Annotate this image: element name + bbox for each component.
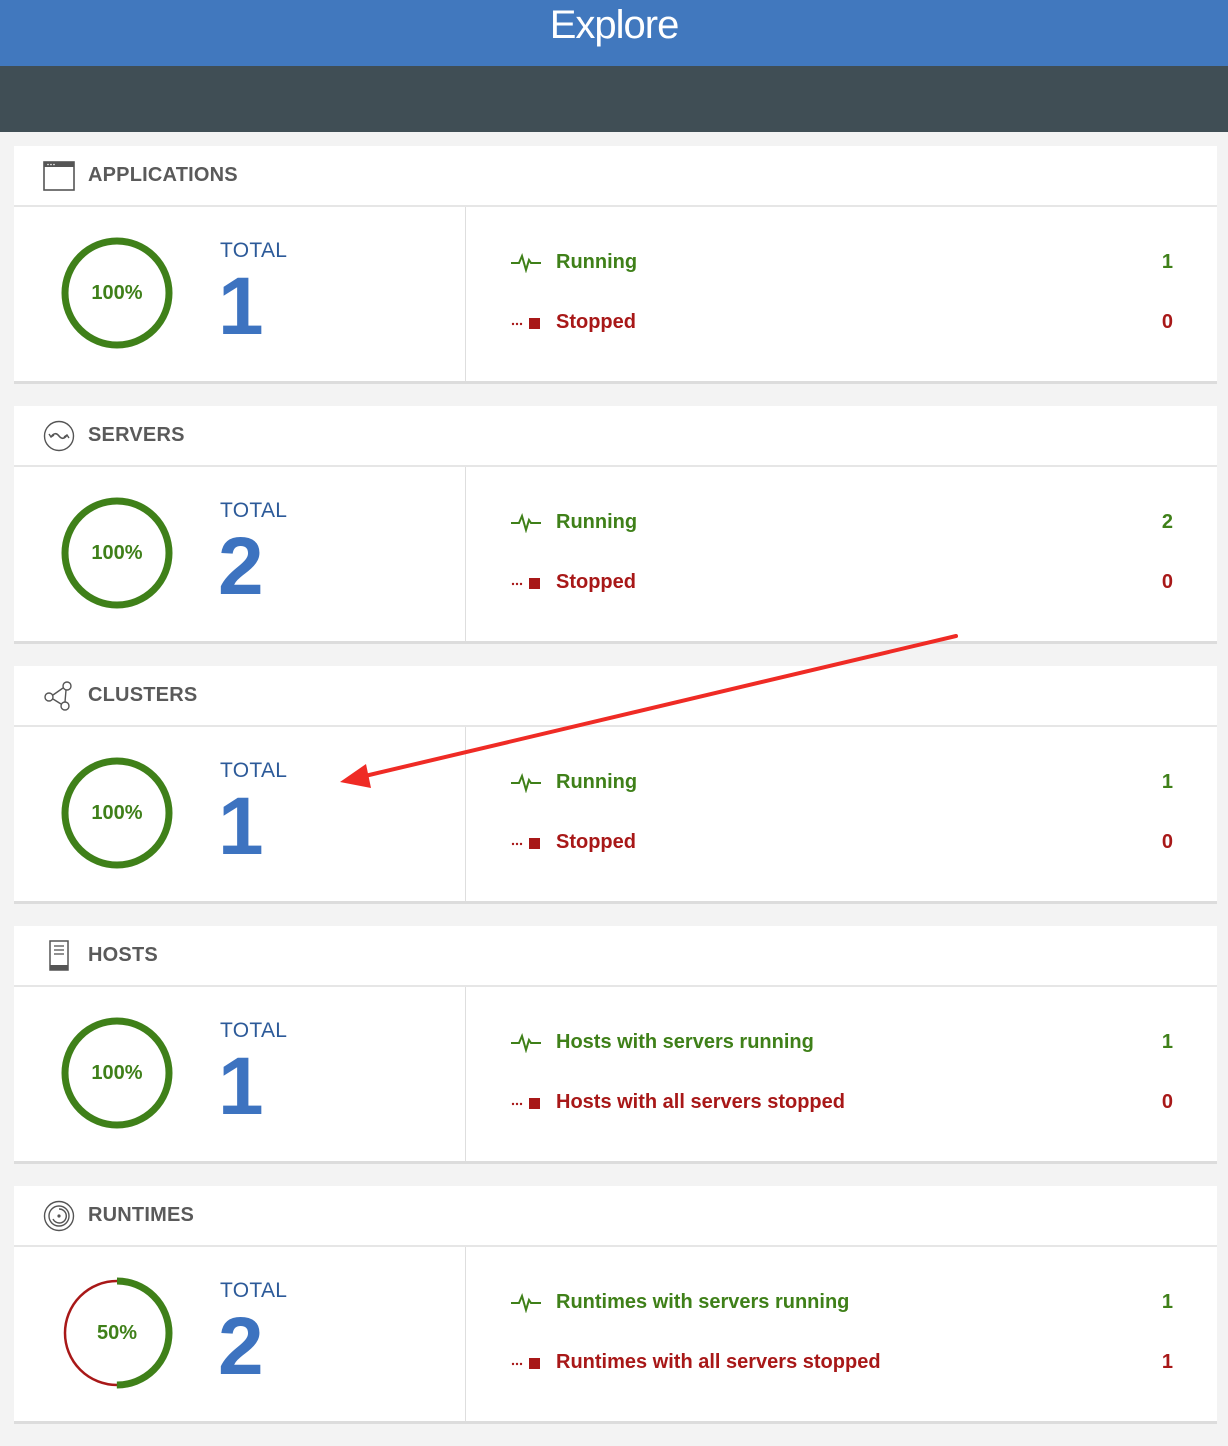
stopped-row[interactable]: Stopped 0 <box>510 812 1173 872</box>
status-list: Runtimes with servers running 1 Runtimes… <box>466 1247 1217 1421</box>
stopped-count[interactable]: 0 <box>1162 571 1173 594</box>
running-label: Running <box>556 250 638 273</box>
percent-label: 100% <box>91 541 143 564</box>
runtime-icon <box>43 1200 75 1232</box>
card-title: APPLICATIONS <box>88 164 238 186</box>
server-sync-icon <box>43 420 75 452</box>
window-icon <box>43 160 75 192</box>
running-count[interactable]: 1 <box>1162 1031 1173 1054</box>
heartbeat-icon <box>510 1290 546 1314</box>
status-list: Hosts with servers running 1 Hosts with … <box>466 987 1217 1161</box>
status-list: Running 2 Stopped 0 <box>466 467 1217 641</box>
running-count[interactable]: 1 <box>1162 771 1173 794</box>
running-count[interactable]: 2 <box>1162 511 1173 534</box>
status-list: Running 1 Stopped 0 <box>466 207 1217 381</box>
running-label: Running <box>556 770 638 793</box>
status-list: Running 1 Stopped 0 <box>466 727 1217 901</box>
card-header: CLUSTERS <box>14 666 1217 727</box>
stopped-count[interactable]: 0 <box>1162 311 1173 334</box>
card-header: RUNTIMES <box>14 1186 1217 1247</box>
total-summary: 100% TOTAL 1 <box>14 987 466 1161</box>
stopped-count[interactable]: 0 <box>1162 831 1173 854</box>
total-summary: 100% TOTAL 1 <box>14 207 466 381</box>
running-label: Running <box>556 510 638 533</box>
card-title: HOSTS <box>88 944 158 966</box>
stopped-count[interactable]: 1 <box>1162 1351 1173 1374</box>
stopped-icon <box>510 310 546 334</box>
total-count[interactable]: 1 <box>218 1039 264 1135</box>
heartbeat-icon <box>510 770 546 794</box>
percent-ring: 50% <box>59 1275 175 1391</box>
heartbeat-icon <box>510 510 546 534</box>
servers-card[interactable]: SERVERS 100% TOTAL 2 Running 2 Stopped 0 <box>14 406 1217 644</box>
stopped-icon <box>510 830 546 854</box>
percent-label: 100% <box>91 1061 143 1084</box>
percent-ring: 100% <box>59 235 175 351</box>
applications-card[interactable]: APPLICATIONS 100% TOTAL 1 Running 1 Stop… <box>14 146 1217 384</box>
percent-ring: 100% <box>59 495 175 611</box>
card-title: CLUSTERS <box>88 684 198 706</box>
card-header: APPLICATIONS <box>14 146 1217 207</box>
total-count[interactable]: 1 <box>218 779 264 875</box>
percent-label: 100% <box>91 801 143 824</box>
summary-cards: APPLICATIONS 100% TOTAL 1 Running 1 Stop… <box>0 132 1228 1424</box>
running-row[interactable]: Runtimes with servers running 1 <box>510 1272 1173 1332</box>
hosts-card[interactable]: HOSTS 100% TOTAL 1 Hosts with servers ru… <box>14 926 1217 1164</box>
stopped-row[interactable]: Runtimes with all servers stopped 1 <box>510 1332 1173 1392</box>
total-count[interactable]: 2 <box>218 519 264 615</box>
stopped-label: Runtimes with all servers stopped <box>556 1350 881 1373</box>
total-summary: 50% TOTAL 2 <box>14 1247 466 1421</box>
card-header: HOSTS <box>14 926 1217 987</box>
stopped-row[interactable]: Stopped 0 <box>510 292 1173 352</box>
cluster-nodes-icon <box>43 680 75 712</box>
top-header: Explore <box>0 0 1228 66</box>
sub-navigation-bar <box>0 66 1228 132</box>
card-title: RUNTIMES <box>88 1204 195 1226</box>
stopped-icon <box>510 570 546 594</box>
total-count[interactable]: 1 <box>218 259 264 355</box>
card-title: SERVERS <box>88 424 185 446</box>
heartbeat-icon <box>510 250 546 274</box>
running-label: Hosts with servers running <box>556 1030 814 1053</box>
stopped-icon <box>510 1350 546 1374</box>
percent-label: 100% <box>91 281 143 304</box>
host-tower-icon <box>43 939 75 972</box>
running-label: Runtimes with servers running <box>556 1290 850 1313</box>
runtimes-card[interactable]: RUNTIMES 50% TOTAL 2 Runtimes with serve… <box>14 1186 1217 1424</box>
total-count[interactable]: 2 <box>218 1299 264 1395</box>
page-title: Explore <box>549 3 680 47</box>
stopped-label: Stopped <box>556 570 636 593</box>
running-row[interactable]: Running 2 <box>510 492 1173 552</box>
stopped-label: Stopped <box>556 830 636 853</box>
running-count[interactable]: 1 <box>1162 1291 1173 1314</box>
stopped-icon <box>510 1090 546 1114</box>
percent-ring: 100% <box>59 1015 175 1131</box>
percent-ring: 100% <box>59 755 175 871</box>
clusters-card[interactable]: CLUSTERS 100% TOTAL 1 Running 1 Stopped … <box>14 666 1217 904</box>
stopped-row[interactable]: Stopped 0 <box>510 552 1173 612</box>
running-count[interactable]: 1 <box>1162 251 1173 274</box>
running-row[interactable]: Running 1 <box>510 752 1173 812</box>
total-summary: 100% TOTAL 1 <box>14 727 466 901</box>
heartbeat-icon <box>510 1030 546 1054</box>
total-summary: 100% TOTAL 2 <box>14 467 466 641</box>
stopped-label: Stopped <box>556 310 636 333</box>
card-header: SERVERS <box>14 406 1217 467</box>
running-row[interactable]: Hosts with servers running 1 <box>510 1012 1173 1072</box>
stopped-row[interactable]: Hosts with all servers stopped 0 <box>510 1072 1173 1132</box>
stopped-label: Hosts with all servers stopped <box>556 1090 845 1113</box>
stopped-count[interactable]: 0 <box>1162 1091 1173 1114</box>
running-row[interactable]: Running 1 <box>510 232 1173 292</box>
percent-label: 50% <box>96 1321 138 1344</box>
